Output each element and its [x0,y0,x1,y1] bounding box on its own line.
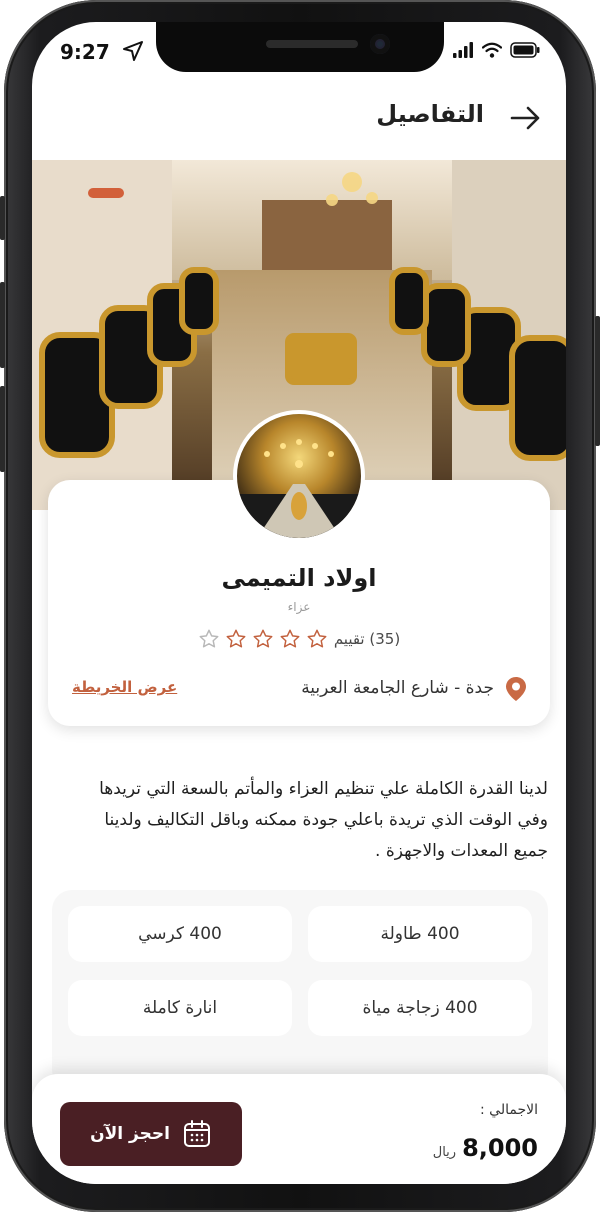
book-now-button[interactable]: احجز الآن [60,1102,242,1166]
page-title: التفاصيل [376,100,484,128]
rating-row: (35) تقييم [32,628,566,650]
feature-item: انارة كاملة [68,980,292,1036]
star-icon [253,629,273,648]
notch [156,22,444,72]
signal-icon [453,42,473,58]
location-arrow-icon [122,40,144,66]
header: التفاصيل [32,100,566,140]
rating-count: (35) تقييم [333,630,401,648]
total-value: 8,000 [462,1134,538,1162]
book-now-label: احجز الآن [90,1124,170,1144]
power-button [595,316,600,446]
features-panel: 400 طاولة 400 كرسي 400 زجاجة مياة انارة … [52,890,548,1090]
feature-item: 400 زجاجة مياة [308,980,532,1036]
calendar-icon [183,1120,210,1147]
total-label: الاجمالي : [480,1102,538,1118]
status-icons [452,42,540,58]
speaker [266,40,358,48]
star-icon [199,629,219,648]
volume-down-button [0,386,5,472]
location-text: جدة - شارع الجامعة العربية [301,678,494,698]
venue-category: عزاء [287,600,311,614]
volume-up-button [0,282,5,368]
rating-stars [198,628,328,650]
star-icon [307,629,327,648]
view-map-link[interactable]: عرض الخريطة [72,678,177,696]
feature-item: 400 كرسي [68,906,292,962]
location-row: جدة - شارع الجامعة العربية عرض الخريطة [72,674,528,704]
venue-description: لدينا القدرة الكاملة علي تنظيم العزاء وا… [99,779,548,861]
venue-avatar [233,410,365,542]
star-icon [226,629,246,648]
front-camera [370,34,390,54]
carousel-indicator [88,188,124,198]
total-amount: 8,000 ريال [433,1134,538,1162]
mute-switch [0,196,5,240]
arrow-right-icon [510,106,540,130]
currency-label: ريال [432,1145,457,1160]
location-pin-icon [506,677,526,701]
feature-item: 400 طاولة [308,906,532,962]
status-time: 9:27 [60,40,110,64]
screen: 9:27 التفاصيل اولاد التميمى عزاء (35) تق… [32,22,566,1184]
wifi-icon [482,42,502,58]
star-icon [280,629,300,648]
venue-name: اولاد التميمى [221,564,377,592]
booking-bar: الاجمالي : 8,000 ريال احجز الآن [32,1074,566,1184]
battery-icon [510,42,540,58]
back-button[interactable] [508,104,542,132]
